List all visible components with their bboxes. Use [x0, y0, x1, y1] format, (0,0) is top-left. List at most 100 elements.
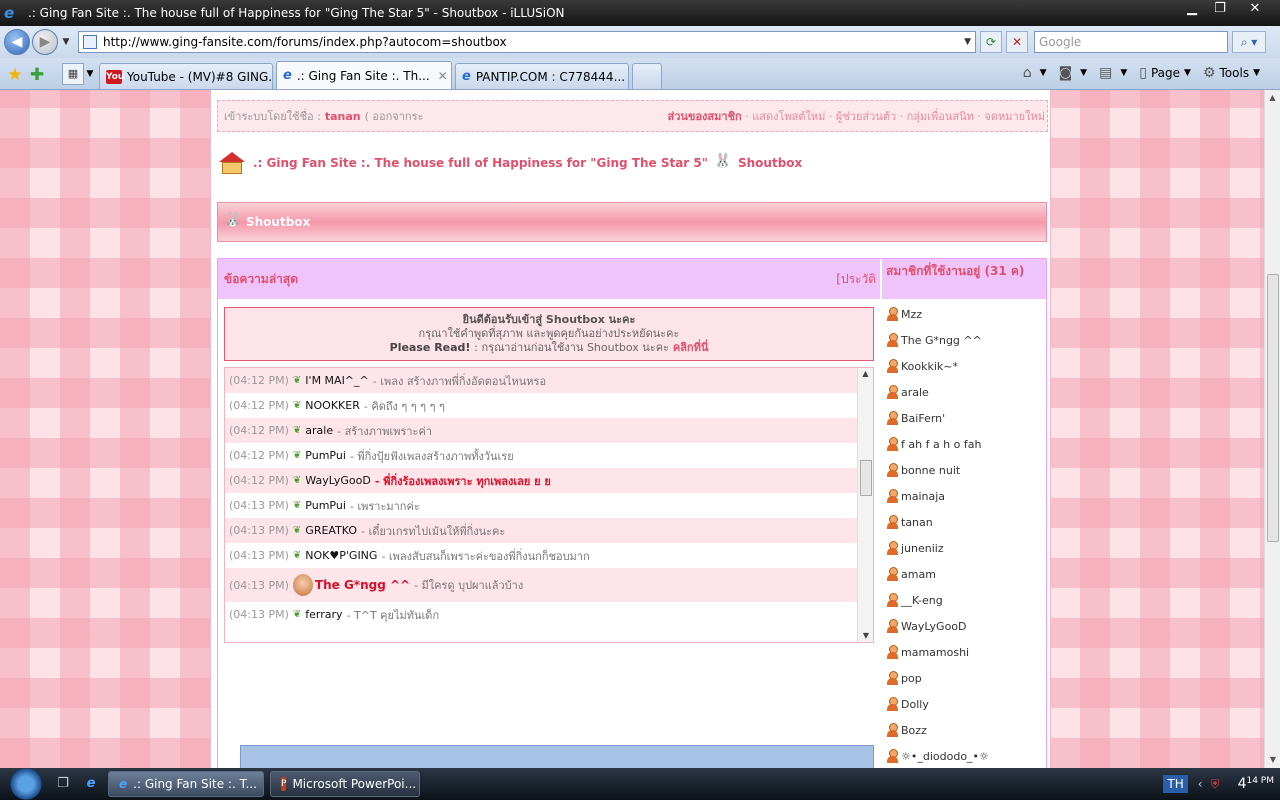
forward-button[interactable]: ▶: [32, 29, 58, 55]
member-item[interactable]: bonne nuit: [882, 457, 1046, 483]
close-button[interactable]: ✕: [1234, 0, 1276, 20]
scroll-thumb[interactable]: [860, 460, 872, 496]
show-hidden-icons-icon[interactable]: ‹: [1198, 777, 1203, 791]
member-area-link[interactable]: ส่วนของสมาชิก: [668, 110, 742, 123]
sprout-icon: ❦: [292, 525, 302, 536]
member-item[interactable]: pop: [882, 665, 1046, 691]
add-favorite-icon[interactable]: ✚: [26, 61, 48, 89]
member-item[interactable]: __K-eng: [882, 587, 1046, 613]
member-item[interactable]: mamamoshi: [882, 639, 1046, 665]
user-icon: [886, 723, 898, 737]
member-item[interactable]: tanan: [882, 509, 1046, 535]
shout-list[interactable]: (04:12 PM) ❦ I'M MAI^_^ - เพลง สร้างภาพพี่ก…: [224, 367, 874, 643]
shout-user-link[interactable]: GREATKO: [305, 524, 357, 537]
shout-editor-toolbar[interactable]: [240, 745, 874, 768]
address-dropdown-icon[interactable]: ▼: [964, 37, 971, 47]
username-link[interactable]: tanan: [325, 110, 361, 123]
member-item[interactable]: Kookkik~*: [882, 353, 1046, 379]
scroll-down-icon[interactable]: ▼: [1265, 752, 1280, 768]
start-button[interactable]: [6, 768, 46, 800]
user-icon: [886, 567, 898, 581]
member-item[interactable]: amam: [882, 561, 1046, 587]
tools-menu[interactable]: ⚙ Tools ▼: [1203, 65, 1260, 81]
member-item[interactable]: Dolly: [882, 691, 1046, 717]
switch-windows-icon[interactable]: ❐: [52, 773, 74, 795]
shout-user-link[interactable]: PumPui: [305, 449, 346, 462]
member-item[interactable]: f ah f a h o fah: [882, 431, 1046, 457]
latest-messages-header: ข้อความล่าสุด [ประวัติ: [218, 259, 880, 299]
tab-list-dropdown-icon[interactable]: ▼: [84, 69, 96, 79]
member-quick-links[interactable]: · แสดงโพสต์ใหม่ · ผู้ช่วยส่วนตัว · กลุ่ม…: [745, 110, 1045, 123]
history-link[interactable]: [ประวัติ: [836, 259, 876, 299]
clock[interactable]: 414 PM: [1238, 776, 1274, 792]
shout-user-link[interactable]: NOOKKER: [305, 399, 360, 412]
favorites-star-icon[interactable]: ★: [4, 61, 26, 89]
ie-icon: e: [119, 777, 128, 791]
active-members-header: สมาชิกที่ใช้งานอยู่ (31 ค): [882, 259, 1046, 299]
member-item[interactable]: ☼•_diododo_•☼: [882, 743, 1046, 768]
tab-gingfansite[interactable]: e .: Ging Fan Site :. Th... ✕: [276, 61, 452, 89]
address-bar[interactable]: http://www.ging-fansite.com/forums/index…: [78, 31, 976, 53]
taskbar-item-powerpoint[interactable]: P Microsoft PowerPoi...: [270, 771, 420, 797]
breadcrumb-site[interactable]: .: Ging Fan Site :. The house full of Ha…: [253, 156, 708, 170]
stop-button[interactable]: ✕: [1006, 31, 1028, 53]
search-input[interactable]: Google: [1034, 31, 1228, 53]
member-item[interactable]: Bozz: [882, 717, 1046, 743]
shout-scrollbar[interactable]: ▲ ▼: [857, 368, 873, 642]
home-button[interactable]: ⌂ ▼: [1023, 65, 1047, 81]
maximize-button[interactable]: ❐: [1206, 0, 1234, 20]
page-menu[interactable]: ▯ Page ▼: [1139, 65, 1191, 81]
scroll-up-icon[interactable]: ▲: [1265, 90, 1280, 106]
language-indicator[interactable]: TH: [1163, 775, 1188, 793]
security-shield-icon[interactable]: ⛨: [1211, 777, 1220, 792]
user-icon: [886, 437, 898, 451]
new-tab-button[interactable]: [632, 63, 662, 89]
shout-user-link[interactable]: ferrary: [305, 608, 342, 621]
shout-user-link[interactable]: The G*ngg ^^: [315, 578, 410, 592]
tab-pantip[interactable]: e PANTIP.COM : C778444...: [455, 63, 629, 89]
shout-user-link[interactable]: WayLyGooD: [305, 474, 371, 487]
member-item[interactable]: The G*ngg ^^: [882, 327, 1046, 353]
member-item[interactable]: juneniiz: [882, 535, 1046, 561]
breadcrumb-page[interactable]: Shoutbox: [738, 156, 802, 170]
tab-label: YouTube - (MV)#8 GING...: [127, 69, 273, 84]
sprout-icon: ❦: [292, 500, 302, 511]
member-item[interactable]: Mzz: [882, 301, 1046, 327]
tab-bar: ★ ✚ ▦ ▼ You YouTube - (MV)#8 GING... e .…: [0, 58, 1280, 90]
back-button[interactable]: ◀: [4, 29, 30, 55]
shout-user-link[interactable]: arale: [305, 424, 333, 437]
login-bar: เข้าระบบโดยใช้ชื่อ : tanan ( ออกจากระ ส่…: [217, 100, 1048, 132]
member-item[interactable]: mainaja: [882, 483, 1046, 509]
logout-link[interactable]: ( ออกจากระ: [365, 107, 424, 125]
feeds-button[interactable]: ◙ ▼: [1059, 65, 1088, 81]
member-item[interactable]: arale: [882, 379, 1046, 405]
user-icon: [886, 619, 898, 633]
shout-row: (04:12 PM) ❦ PumPui - พี่กิ่งปุ้ยฟังเพลงสร้…: [229, 449, 514, 463]
minimize-button[interactable]: ▁: [1178, 0, 1206, 20]
history-dropdown-icon[interactable]: ▼: [60, 37, 72, 47]
member-item[interactable]: WayLyGooD: [882, 613, 1046, 639]
taskbar-item-ie[interactable]: e .: Ging Fan Site :. T...: [108, 771, 264, 797]
refresh-button[interactable]: ⟳: [980, 31, 1002, 53]
quick-tabs-icon[interactable]: ▦: [62, 63, 84, 85]
url-text[interactable]: http://www.ging-fansite.com/forums/index…: [103, 35, 507, 49]
shoutbox-panel: ข้อความล่าสุด [ประวัติ สมาชิกที่ใช้งานอย…: [217, 258, 1047, 768]
shout-row: (04:12 PM) ❦ arale - สร้างภาพเพราะค่า: [225, 418, 857, 443]
shout-user-link[interactable]: PumPui: [305, 499, 346, 512]
sprout-icon: ❦: [292, 450, 302, 461]
page-scrollbar[interactable]: ▲ ▼: [1264, 90, 1280, 768]
tab-close-icon[interactable]: ✕: [438, 69, 448, 83]
click-here-link[interactable]: คลิกที่นี่: [673, 341, 709, 354]
bunny-icon: 🐰: [224, 212, 242, 228]
scroll-thumb[interactable]: [1267, 274, 1279, 542]
shout-user-link[interactable]: NOK♥P'GING: [305, 549, 377, 562]
ie-icon[interactable]: e: [80, 773, 102, 795]
tab-youtube[interactable]: You YouTube - (MV)#8 GING...: [99, 63, 273, 89]
member-item[interactable]: BaiFern': [882, 405, 1046, 431]
shout-user-link[interactable]: I'M MAI^_^: [305, 374, 368, 387]
search-button[interactable]: ⌕ ▾: [1232, 31, 1266, 53]
page-viewport: เข้าระบบโดยใช้ชื่อ : tanan ( ออกจากระ ส่…: [0, 90, 1264, 768]
scroll-down-icon[interactable]: ▼: [858, 630, 873, 642]
scroll-up-icon[interactable]: ▲: [858, 368, 873, 380]
print-button[interactable]: ▤ ▼: [1099, 65, 1127, 81]
